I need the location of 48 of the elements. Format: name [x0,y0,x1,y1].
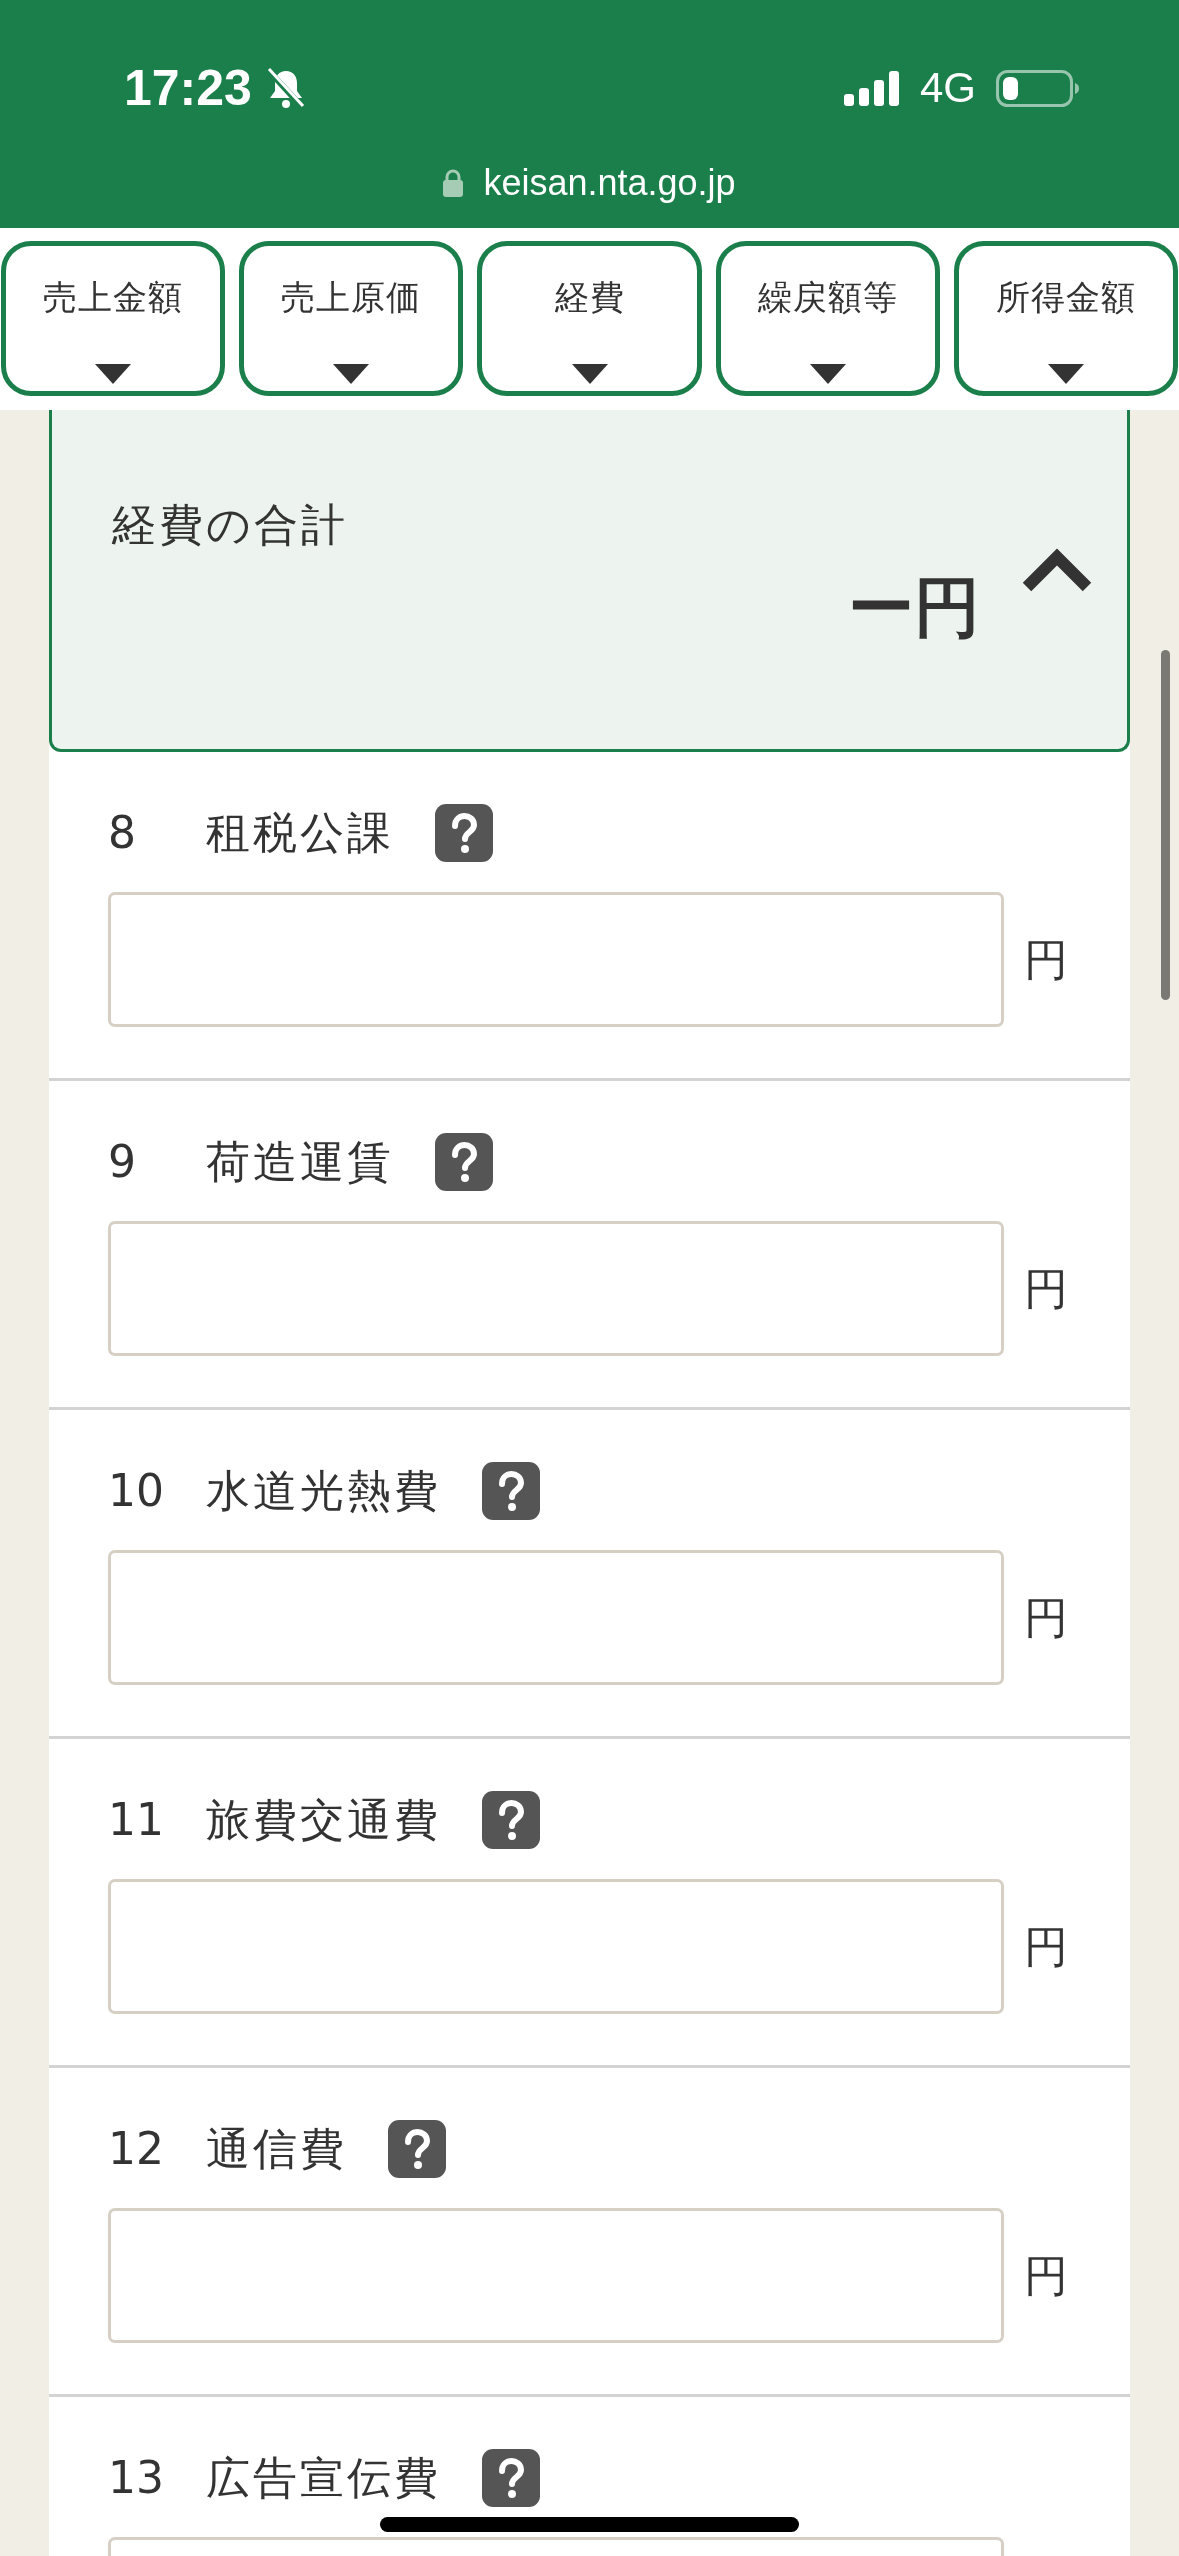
battery-icon [996,69,1080,107]
item-number: 8 [108,806,137,860]
item-label: 旅費交通費 [206,1793,441,1847]
unit-label: 円 [1024,1919,1068,1974]
help-icon[interactable] [388,2120,446,2178]
total-amount: ー円 [848,568,980,648]
amount-input[interactable] [108,1550,1004,1685]
item-number: 10 [108,1464,165,1518]
help-icon[interactable] [482,1791,540,1849]
summary-label: 経費の合計 [112,498,348,552]
caret-icon [333,364,370,384]
section-tab[interactable]: 経費 [477,241,702,396]
item-number: 9 [108,1135,137,1189]
item-label: 水道光熱費 [206,1464,441,1518]
item-label: 通信費 [206,2122,347,2176]
lock-icon [443,169,464,197]
item-label: 租税公課 [206,806,394,860]
caret-icon [571,364,608,384]
section-tab[interactable]: 売上金額 [1,241,226,396]
unit-label: 円 [1024,1590,1068,1645]
caret-icon [95,364,132,384]
help-icon[interactable] [482,2449,540,2507]
amount-input[interactable] [108,892,1004,1027]
section-tab[interactable]: 所得金額 [953,241,1178,396]
amount-input[interactable] [108,1879,1004,2014]
caret-icon [809,364,846,384]
signal-bars-icon [843,70,900,106]
chevron-up-icon[interactable] [1022,546,1092,592]
help-icon[interactable] [435,1133,493,1191]
help-icon[interactable] [435,804,493,862]
unit-label: 円 [1024,1261,1068,1316]
item-number: 11 [108,1793,165,1847]
caret-icon [1047,364,1084,384]
amount-input[interactable] [108,1221,1004,1356]
bell-slash-icon [265,66,306,110]
section-tab[interactable]: 繰戻額等 [715,241,940,396]
item-label: 広告宣伝費 [206,2451,441,2505]
amount-input[interactable] [108,2208,1004,2343]
item-number: 13 [108,2451,165,2505]
section-tab[interactable]: 売上原価 [239,241,464,396]
status-time: 17:23 [124,59,252,118]
unit-label: 円 [1024,932,1068,987]
item-number: 12 [108,2122,165,2176]
help-icon[interactable] [482,1462,540,1520]
network-label: 4G [919,63,976,113]
unit-label: 円 [1024,2248,1068,2303]
address-bar-url[interactable]: keisan.nta.go.jp [483,160,736,206]
item-label: 荷造運賃 [206,1135,394,1189]
